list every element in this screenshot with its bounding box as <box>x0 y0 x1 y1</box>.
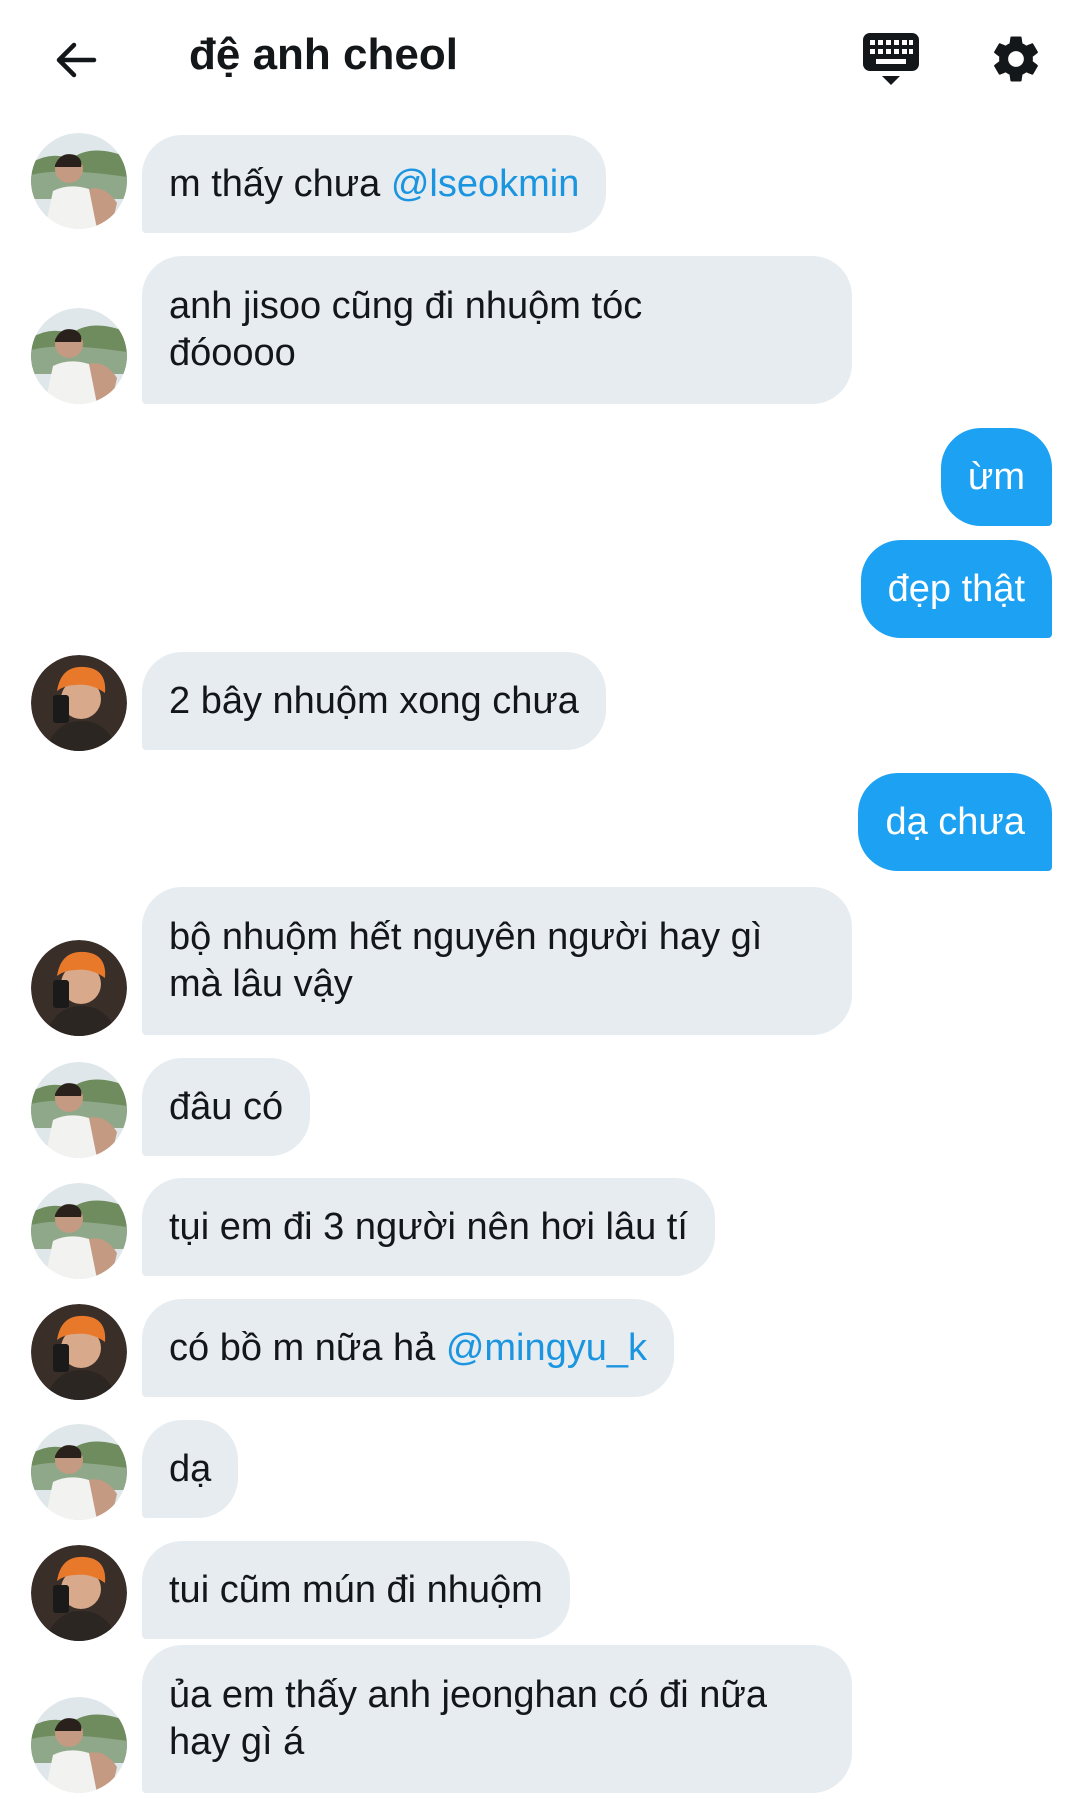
avatar-mingyu[interactable] <box>31 655 127 751</box>
message-text: bộ nhuộm hết nguyên người hay gì mà lâu … <box>169 916 763 1005</box>
avatar-seokmin[interactable] <box>31 1697 127 1793</box>
arrow-left-icon <box>56 42 97 78</box>
message-bubble-outgoing[interactable]: dạ chưa <box>858 773 1052 871</box>
message-text: dạ <box>169 1447 212 1490</box>
avatar-mingyu[interactable] <box>31 1304 127 1400</box>
message-bubble-incoming[interactable]: có bồ m nữa hả @mingyu_k <box>142 1299 675 1397</box>
message-text: ừm <box>967 455 1025 498</box>
message-bubble-incoming[interactable]: bộ nhuộm hết nguyên người hay gì mà lâu … <box>142 887 852 1035</box>
message-bubble-outgoing[interactable]: ừm <box>940 428 1052 526</box>
message-text: dạ chưa <box>885 800 1025 843</box>
message-text: anh jisoo cũng đi nhuộm tóc đóoooo <box>169 285 643 374</box>
back-button[interactable] <box>40 24 112 96</box>
conversation-header: đệ anh cheol <box>0 0 1080 118</box>
message-bubble-incoming[interactable]: tui cũm mún đi nhuộm <box>142 1541 570 1639</box>
mention-link[interactable]: @lseokmin <box>391 161 580 208</box>
message-bubble-incoming[interactable]: ủa em thấy anh jeonghan có đi nữa hay gì… <box>142 1645 852 1793</box>
message-bubble-outgoing[interactable]: đẹp thật <box>860 540 1052 638</box>
message-bubble-incoming[interactable]: 2 bây nhuộm xong chưa <box>142 652 606 750</box>
avatar-seokmin[interactable] <box>31 308 127 404</box>
message-text: đâu có <box>169 1085 284 1128</box>
avatar-seokmin[interactable] <box>31 1062 127 1158</box>
message-text: có bồ m nữa hả <box>169 1326 446 1369</box>
message-text: ủa em thấy anh jeonghan có đi nữa hay gì… <box>169 1674 767 1763</box>
message-bubble-incoming[interactable]: tụi em đi 3 người nên hơi lâu tí <box>142 1178 715 1276</box>
keyboard-icon <box>863 33 919 85</box>
mention-link[interactable]: @mingyu_k <box>446 1325 647 1372</box>
gear-icon <box>994 36 1038 82</box>
conversation-title: đệ anh cheol <box>189 30 458 79</box>
message-text: 2 bây nhuộm xong chưa <box>169 679 579 722</box>
message-bubble-incoming[interactable]: đâu có <box>142 1058 311 1156</box>
settings-button[interactable] <box>983 26 1049 92</box>
message-bubble-incoming[interactable]: anh jisoo cũng đi nhuộm tóc đóoooo <box>142 256 852 404</box>
message-text: m thấy chưa <box>169 162 391 205</box>
avatar-seokmin[interactable] <box>31 1424 127 1520</box>
message-bubble-incoming[interactable]: dạ <box>142 1420 239 1518</box>
avatar-mingyu[interactable] <box>31 1545 127 1641</box>
keyboard-button[interactable] <box>858 26 924 92</box>
message-text: tui cũm mún đi nhuộm <box>169 1568 543 1611</box>
message-bubble-incoming[interactable]: m thấy chưa @lseokmin <box>142 135 607 233</box>
avatar-seokmin[interactable] <box>31 133 127 229</box>
avatar-mingyu[interactable] <box>31 940 127 1036</box>
avatar-seokmin[interactable] <box>31 1183 127 1279</box>
message-text: tụi em đi 3 người nên hơi lâu tí <box>169 1205 688 1248</box>
message-text: đẹp thật <box>887 567 1025 610</box>
